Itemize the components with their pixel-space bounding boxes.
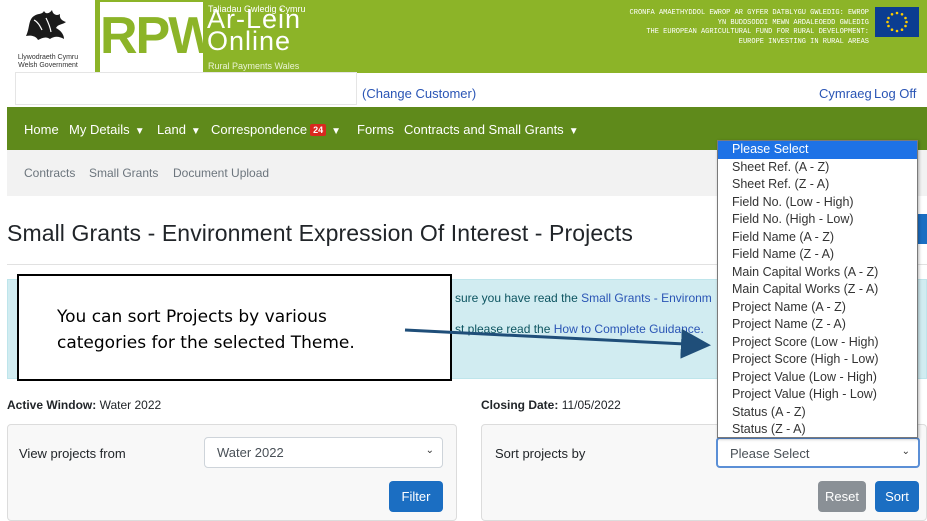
- service-title: Ar-Lein Online: [207, 4, 302, 56]
- caret-down-icon: ▼: [331, 126, 342, 137]
- annotation-callout-text: You can sort Projects by various categor…: [57, 307, 355, 353]
- nav-land[interactable]: Land ▼: [157, 122, 201, 137]
- sort-option[interactable]: Field Name (Z - A): [718, 246, 917, 264]
- sort-option[interactable]: Main Capital Works (A - Z): [718, 264, 917, 282]
- subnav-small-grants[interactable]: Small Grants: [89, 166, 158, 180]
- active-window: Active Window: Water 2022: [7, 398, 162, 412]
- sort-option[interactable]: Sheet Ref. (Z - A): [718, 176, 917, 194]
- change-customer-link[interactable]: (Change Customer): [362, 86, 476, 101]
- sort-option[interactable]: Project Name (Z - A): [718, 316, 917, 334]
- page-title: Small Grants - Environment Expression Of…: [7, 220, 633, 246]
- rpw-logo[interactable]: RPW: [100, 2, 217, 73]
- sort-option[interactable]: Please Select: [718, 141, 917, 159]
- log-off-link[interactable]: Log Off: [874, 86, 916, 101]
- sort-option[interactable]: Project Score (Low - High): [718, 334, 917, 352]
- caret-down-icon: ▼: [568, 126, 579, 137]
- info-line-2: st please read the How to Complete Guida…: [455, 322, 704, 336]
- sort-option[interactable]: Project Value (High - Low): [718, 386, 917, 404]
- sort-options-dropdown[interactable]: Please Select Sheet Ref. (A - Z) Sheet R…: [717, 140, 918, 438]
- theme-window-select[interactable]: Water 2022 ⌄: [204, 437, 443, 468]
- sort-option[interactable]: Status (Z - A): [718, 421, 917, 439]
- customer-name-box: [15, 72, 357, 105]
- chevron-down-icon: ⌄: [425, 445, 434, 456]
- welsh-government-logo[interactable]: Llywodraeth Cymru Welsh Government: [0, 0, 95, 73]
- service-tagline-bottom: Rural Payments Wales: [208, 61, 300, 71]
- sort-option[interactable]: Main Capital Works (Z - A): [718, 281, 917, 299]
- how-to-complete-guidance-link[interactable]: How to Complete Guidance.: [554, 322, 704, 336]
- subnav-contracts[interactable]: Contracts: [24, 166, 75, 180]
- sort-projects-label: Sort projects by: [495, 446, 586, 461]
- unread-count-badge: 24: [310, 124, 327, 136]
- nav-forms[interactable]: Forms: [357, 122, 394, 137]
- sort-option[interactable]: Project Value (Low - High): [718, 369, 917, 387]
- subnav-document-upload[interactable]: Document Upload: [173, 166, 269, 180]
- sort-option[interactable]: Field Name (A - Z): [718, 229, 917, 247]
- sort-projects-select[interactable]: Please Select ⌄: [716, 437, 920, 468]
- welsh-government-text: Llywodraeth Cymru Welsh Government: [17, 54, 79, 69]
- view-projects-label: View projects from: [19, 446, 126, 461]
- sort-option[interactable]: Status (A - Z): [718, 404, 917, 422]
- sort-option[interactable]: Project Name (A - Z): [718, 299, 917, 317]
- sort-option[interactable]: Field No. (Low - High): [718, 194, 917, 212]
- language-toggle-link[interactable]: Cymraeg: [819, 86, 872, 101]
- sort-option[interactable]: Project Score (High - Low): [718, 351, 917, 369]
- sort-option[interactable]: Sheet Ref. (A - Z): [718, 159, 917, 177]
- sort-button[interactable]: Sort: [875, 481, 919, 512]
- closing-date: Closing Date: 11/05/2022: [481, 398, 621, 412]
- chevron-down-icon: ⌄: [901, 446, 910, 457]
- caret-down-icon: ▼: [190, 126, 201, 137]
- caret-down-icon: ▼: [134, 126, 145, 137]
- nav-home[interactable]: Home: [24, 122, 59, 137]
- eu-flag-icon: [875, 7, 919, 37]
- reset-button[interactable]: Reset: [818, 481, 866, 512]
- nav-contracts-small-grants[interactable]: Contracts and Small Grants ▼: [404, 122, 579, 137]
- info-line-1: sure you have read the Small Grants - En…: [455, 291, 712, 305]
- nav-correspondence[interactable]: Correspondence 24 ▼: [211, 122, 341, 137]
- dragon-icon: [26, 10, 66, 40]
- eu-funding-text: CRONFA AMAETHYDDOL EWROP AR GYFER DATBLY…: [629, 9, 869, 46]
- nav-my-details[interactable]: My Details ▼: [69, 122, 145, 137]
- filter-button[interactable]: Filter: [389, 481, 443, 512]
- guidance-link-environment[interactable]: Small Grants - Environm: [581, 291, 712, 305]
- sort-option[interactable]: Field No. (High - Low): [718, 211, 917, 229]
